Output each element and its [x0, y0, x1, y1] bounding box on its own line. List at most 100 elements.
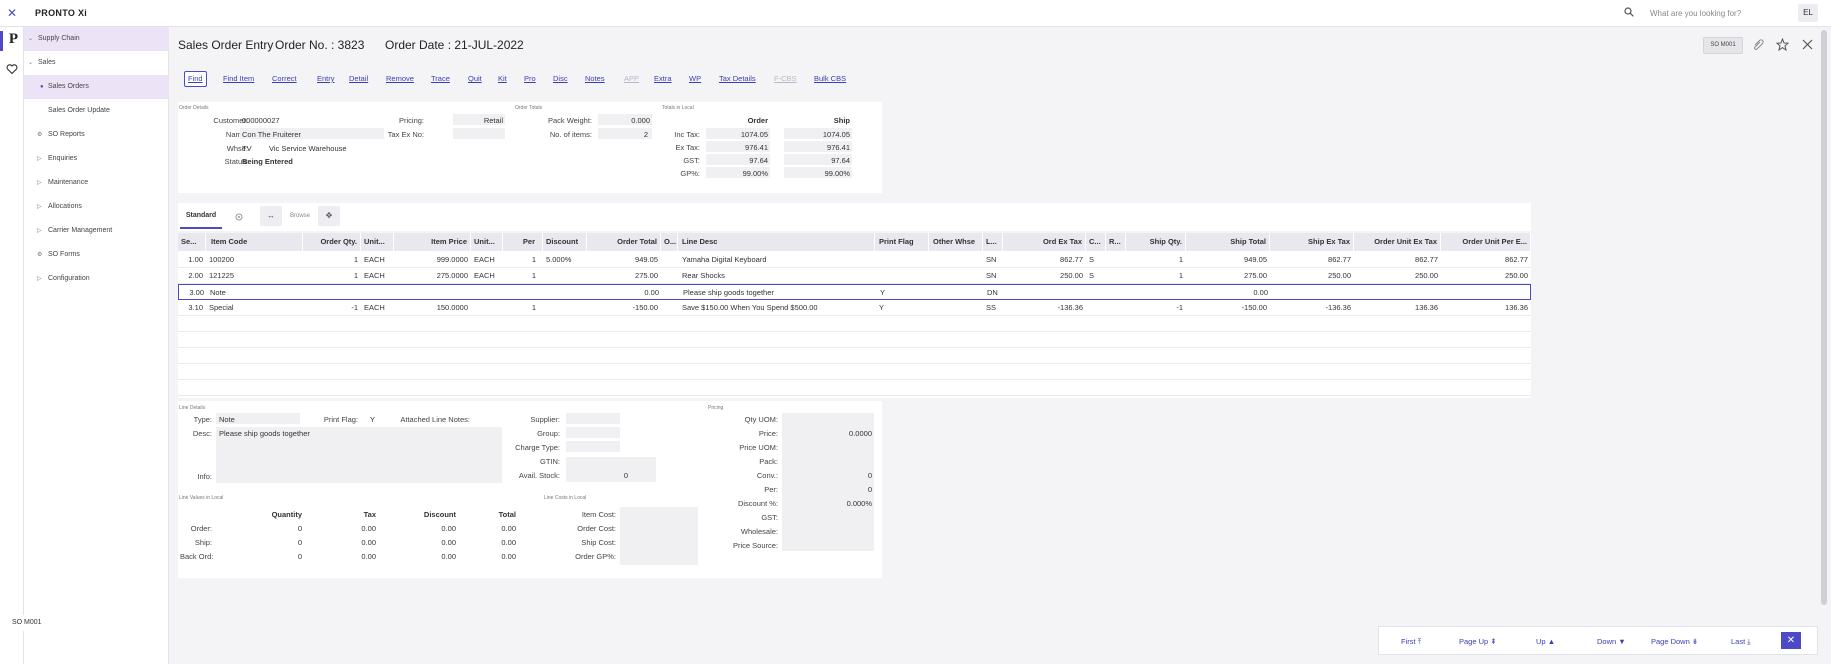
column-header[interactable]: Per — [503, 233, 543, 251]
column-header[interactable]: Print Flag — [875, 233, 929, 251]
table-row[interactable]: 3.00 Note 0.00 Please ship goods together Y D… — [178, 284, 1531, 300]
collapse-icon[interactable]: ↔ — [260, 206, 282, 226]
name-field[interactable]: Con The Fruiterer — [242, 130, 301, 139]
desc-field[interactable]: Please ship goods together — [219, 429, 310, 438]
column-header[interactable]: Unit... — [471, 233, 503, 251]
avatar[interactable]: EL — [1798, 4, 1818, 22]
pricing-value[interactable]: 0 — [782, 485, 872, 494]
page-down-button[interactable]: Page Down ⇟ — [1651, 627, 1698, 656]
group-field[interactable] — [566, 427, 620, 438]
sidebar-item-sales-orders[interactable]: ● Sales Orders — [24, 75, 169, 99]
tab-standard[interactable]: Standard — [180, 203, 222, 229]
kit-button[interactable]: Kit — [495, 71, 510, 87]
sidebar-item-maintenance[interactable]: ▷ Maintenance — [24, 171, 169, 195]
pricing-value[interactable]: 0 — [782, 471, 872, 480]
column-header[interactable]: Line Desc — [678, 233, 875, 251]
column-header[interactable]: Discount — [543, 233, 587, 251]
column-header[interactable]: Item Code — [206, 233, 303, 251]
move-icon[interactable]: ✥ — [318, 206, 340, 226]
table-cell: -150.00 — [1241, 303, 1267, 312]
pricing-field[interactable]: Retail — [453, 116, 503, 125]
sidebar-item-configuration[interactable]: ▷ Configuration — [24, 267, 169, 291]
extra-button[interactable]: Extra — [651, 71, 675, 87]
up-button[interactable]: Up ▲ — [1536, 627, 1555, 656]
sidebar-item-carrier-management[interactable]: ▷ Carrier Management — [24, 219, 169, 243]
attach-icon[interactable] — [1752, 38, 1765, 51]
column-header[interactable]: Ord Ex Tax — [1003, 233, 1086, 251]
correct-button[interactable]: Correct — [269, 71, 300, 87]
type-field[interactable]: Note — [219, 415, 235, 424]
sidebar-item-so-reports[interactable]: ⚙ SO Reports — [24, 123, 169, 147]
tab-browse[interactable]: Browse — [290, 203, 310, 229]
column-header[interactable]: O... — [661, 233, 678, 251]
column-header[interactable]: R... — [1106, 233, 1126, 251]
disc-button[interactable]: Disc — [550, 71, 571, 87]
sidebar-item-enquiries[interactable]: ▷ Enquiries — [24, 147, 169, 171]
notes-button[interactable]: Notes — [582, 71, 608, 87]
heart-icon[interactable] — [6, 63, 18, 75]
table-row[interactable]: 1.00 100200 1 EACH 999.0000 EACH 1 5.000% 949.05… — [178, 252, 1531, 268]
quit-button[interactable]: Quit — [465, 71, 485, 87]
column-header[interactable]: Ship Ex Tax — [1270, 233, 1354, 251]
star-icon[interactable] — [1776, 38, 1789, 51]
column-header[interactable]: Order Total — [587, 233, 661, 251]
charge-type-field[interactable] — [566, 441, 620, 452]
table-cell: 3.10 — [188, 303, 203, 312]
first-button[interactable]: First ⤒ — [1401, 627, 1421, 656]
bulk-cbs-button[interactable]: Bulk CBS — [811, 71, 849, 87]
page-up-button[interactable]: Page Up ⇞ — [1459, 627, 1497, 656]
table-cell: 275.00 — [635, 271, 658, 280]
column-header[interactable]: C... — [1086, 233, 1106, 251]
find-button[interactable]: Find — [184, 71, 207, 87]
column-header[interactable]: Order Qty. — [303, 233, 361, 251]
pronto-logo-icon[interactable]: P — [0, 31, 24, 51]
table-row[interactable]: 3.10 Special -1 EACH 150.0000 1 -150.00 Save $1… — [178, 300, 1531, 316]
column-header[interactable]: Unit... — [361, 233, 394, 251]
column-header[interactable]: Se... — [178, 233, 206, 251]
tax-details-button[interactable]: Tax Details — [716, 71, 759, 87]
close-window-icon[interactable] — [1801, 38, 1814, 51]
table-row[interactable] — [178, 380, 1531, 396]
print-flag-field[interactable]: Y — [370, 415, 375, 424]
customer-field[interactable]: 000000027 — [242, 116, 280, 125]
sidebar-item-sales-order-update[interactable]: Sales Order Update — [24, 99, 169, 123]
table-row[interactable] — [178, 364, 1531, 380]
detail-button[interactable]: Detail — [346, 71, 371, 87]
sidebar-item-allocations[interactable]: ▷ Allocations — [24, 195, 169, 219]
column-header[interactable]: Other Whse — [929, 233, 983, 251]
column-header[interactable]: Order Unit Per E... — [1441, 233, 1531, 251]
supplier-field[interactable] — [566, 413, 620, 424]
pro-button[interactable]: Pro — [521, 71, 539, 87]
pager-close-icon[interactable]: ✕ — [1781, 632, 1801, 649]
pricing-value[interactable]: 0.000% — [782, 499, 872, 508]
entry-button[interactable]: Entry — [314, 71, 338, 87]
trace-button[interactable]: Trace — [428, 71, 453, 87]
pricing-value[interactable]: 0.0000 — [782, 429, 872, 438]
table-row[interactable] — [178, 332, 1531, 348]
remove-button[interactable]: Remove — [383, 71, 417, 87]
search-input[interactable]: What are you looking for? — [1650, 9, 1741, 18]
column-header[interactable]: Order Unit Ex Tax — [1354, 233, 1441, 251]
find-item-button[interactable]: Find Item — [220, 71, 257, 87]
down-button[interactable]: Down ▼ — [1597, 627, 1626, 656]
last-button[interactable]: Last ⤓ — [1731, 627, 1751, 656]
column-header[interactable]: Ship Total — [1186, 233, 1270, 251]
wp-button[interactable]: WP — [686, 71, 704, 87]
settings-icon[interactable] — [234, 212, 244, 222]
app-button[interactable]: APP — [621, 71, 642, 87]
tax-ex-field[interactable] — [453, 128, 505, 139]
close-icon[interactable]: ✕ — [7, 6, 17, 20]
search-icon[interactable] — [1624, 7, 1634, 17]
table-row[interactable] — [178, 316, 1531, 332]
vertical-scrollbar[interactable] — [1821, 30, 1827, 605]
sidebar-item-supply-chain[interactable]: ⌄ Supply Chain — [24, 27, 169, 51]
sidebar-item-so-forms[interactable]: ⚙ SO Forms — [24, 243, 169, 267]
column-header[interactable]: Ship Qty. — [1126, 233, 1186, 251]
column-header[interactable]: Item Price — [394, 233, 471, 251]
table-row[interactable] — [178, 348, 1531, 364]
f-cbs-button[interactable]: F-CBS — [771, 71, 800, 87]
column-header[interactable]: L... — [983, 233, 1003, 251]
sidebar-item-sales[interactable]: ⌄ Sales — [24, 51, 169, 75]
table-row[interactable]: 2.00 121225 1 EACH 275.0000 EACH 1 275.00 Rear S… — [178, 268, 1531, 284]
whse-code-field[interactable]: TV — [242, 144, 252, 153]
